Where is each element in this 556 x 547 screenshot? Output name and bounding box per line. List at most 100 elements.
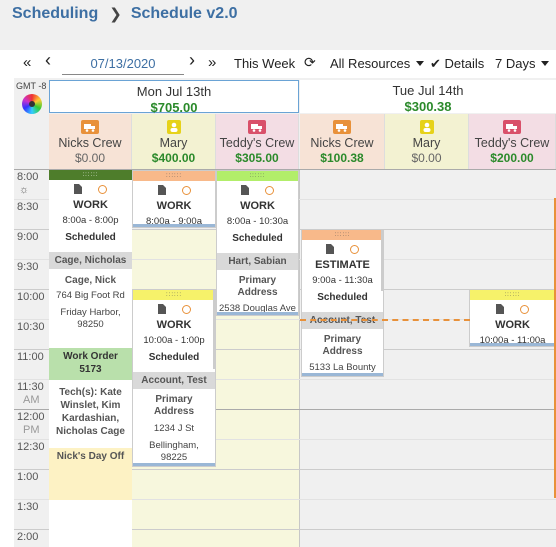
resource-teddys-crew-mon[interactable]: Teddy's Crew $305.00 (216, 114, 299, 169)
caret-down-icon (416, 61, 425, 66)
prev-button[interactable]: ‹ (45, 51, 51, 69)
event-title: WORK (240, 200, 275, 212)
resource-name: Teddy's Crew (474, 136, 550, 150)
sun-icon: ☼ (19, 184, 30, 196)
drag-handle[interactable]: :::::: (302, 230, 383, 240)
document-icon[interactable] (241, 185, 249, 195)
check-icon: ✔ (430, 56, 441, 71)
resource-mary-mon[interactable]: Mary $400.00 (132, 114, 216, 169)
event-status: Scheduled (317, 292, 368, 303)
status-circle-icon[interactable] (520, 304, 529, 314)
resource-amount: $200.00 (490, 151, 534, 165)
resource-name: Nicks Crew (58, 136, 122, 150)
event-techs: Tech(s): Kate Winslet, Kim Kardashian, N… (56, 387, 125, 437)
truck-icon (81, 120, 99, 134)
event-bottom-bar (133, 463, 215, 466)
resource-mary-tue[interactable]: Mary $0.00 (385, 114, 469, 169)
day-off-block[interactable]: Nick's Day Off (49, 448, 132, 500)
event-status: Scheduled (148, 352, 200, 363)
schedule-toolbar: « ‹ › » This Week ⟳ All Resources ✔ Deta… (14, 50, 556, 78)
event-bottom-bar (133, 224, 215, 227)
event-address: 764 Big Foot Rd (56, 290, 125, 301)
event-work-nick[interactable]: :::::: WORK 8:00a - 8:00p Scheduled Cage… (49, 170, 132, 547)
details-toggle[interactable]: ✔ Details (430, 56, 484, 72)
refresh-icon[interactable]: ⟳ (304, 54, 316, 71)
event-time: 10:00a - 1:00p (143, 335, 205, 346)
resource-amount: $400.00 (151, 151, 196, 165)
color-wheel-icon[interactable] (22, 94, 42, 114)
drag-handle[interactable]: :::::: (217, 171, 298, 181)
truck-icon (333, 120, 351, 134)
date-input[interactable] (62, 53, 184, 75)
first-week-button[interactable]: « (23, 55, 31, 70)
document-icon[interactable] (496, 304, 504, 314)
event-title: WORK (156, 319, 192, 331)
drag-handle[interactable]: :::::: (470, 290, 555, 300)
days-dropdown[interactable]: 7 Days (495, 56, 550, 71)
day-total: $300.38 (404, 99, 452, 114)
days-label: 7 Days (495, 56, 536, 71)
am-label: AM (23, 394, 40, 406)
work-order-badge[interactable]: Work Order 5173 (49, 348, 132, 380)
resources-dropdown[interactable]: All Resources (330, 56, 425, 71)
day-name: Tue Jul 14th (392, 83, 464, 98)
resource-amount: $305.00 (235, 151, 279, 165)
time-label: 11:30 (17, 381, 44, 393)
next-button[interactable]: › (189, 51, 195, 69)
event-work-mary-2[interactable]: :::::: WORK 10:00a - 1:00p Scheduled Acc… (132, 289, 216, 467)
time-label: 12:30 (17, 441, 45, 453)
time-label: 9:30 (17, 261, 39, 273)
breadcrumb: Scheduling ❯ Schedule v2.0 (12, 5, 238, 23)
status-circle-icon[interactable] (181, 304, 191, 314)
status-circle-icon[interactable] (265, 185, 274, 195)
resource-nicks-crew-tue[interactable]: Nicks Crew $100.38 (300, 114, 385, 169)
event-status: Scheduled (232, 233, 283, 244)
document-icon[interactable] (326, 244, 334, 254)
this-week-button[interactable]: This Week (234, 56, 295, 71)
day-header-mon[interactable]: Mon Jul 13th $705.00 (49, 80, 299, 115)
event-title: WORK (495, 319, 530, 331)
resource-amount: $100.38 (320, 151, 364, 165)
event-customer: Account, Test (133, 372, 215, 389)
event-estimate[interactable]: :::::: ESTIMATE 9:00a - 11:30a Scheduled… (301, 229, 384, 377)
event-work-mary-1[interactable]: :::::: WORK 8:00a - 9:00a (132, 170, 216, 228)
event-bottom-bar (217, 312, 298, 315)
work-order-number: 5173 (79, 364, 102, 375)
breadcrumb-scheduling[interactable]: Scheduling (12, 5, 98, 23)
event-city: Bellingham, 98225 (149, 440, 199, 463)
status-circle-icon[interactable] (181, 185, 191, 195)
event-time: 9:00a - 11:30a (312, 275, 373, 286)
resource-nicks-crew-mon[interactable]: Nicks Crew $0.00 (49, 114, 132, 169)
event-work-teddy-2[interactable]: :::::: WORK 10:00a - 11:00a (469, 289, 556, 347)
truck-icon (503, 120, 521, 134)
time-label: 2:00 (17, 531, 39, 543)
details-label: Details (444, 56, 485, 71)
event-bottom-bar (302, 373, 383, 376)
event-scrollbar[interactable] (213, 289, 216, 369)
drag-handle[interactable]: :::::: (49, 170, 132, 180)
document-icon[interactable] (157, 304, 166, 314)
status-circle-icon[interactable] (98, 184, 107, 194)
event-title: ESTIMATE (315, 259, 370, 271)
event-customer: Hart, Sabian (217, 253, 298, 270)
document-icon[interactable] (74, 184, 82, 194)
drag-handle[interactable]: :::::: (133, 290, 215, 300)
event-time: 8:00a - 10:30a (226, 216, 289, 227)
resource-teddys-crew-tue[interactable]: Teddy's Crew $200.00 (469, 114, 556, 169)
time-label: 10:30 (17, 321, 45, 333)
drag-handle[interactable]: :::::: (133, 171, 215, 181)
event-work-teddy-1[interactable]: :::::: WORK 8:00a - 10:30a Scheduled Har… (216, 170, 299, 316)
event-status: Scheduled (65, 232, 116, 243)
resource-name: Mary (412, 136, 441, 150)
event-street: 1234 J St (153, 423, 195, 434)
last-week-button[interactable]: » (208, 55, 216, 70)
work-order-label: Work Order (63, 351, 118, 362)
timezone-label: GMT -8 (16, 81, 47, 91)
document-icon[interactable] (157, 185, 166, 195)
day-header-tue[interactable]: Tue Jul 14th $300.38 (300, 80, 556, 114)
event-scrollbar[interactable] (381, 229, 384, 291)
truck-icon (248, 120, 266, 134)
status-circle-icon[interactable] (350, 244, 359, 254)
resource-amount: $0.00 (411, 151, 442, 165)
time-label: 9:00 (17, 231, 39, 243)
